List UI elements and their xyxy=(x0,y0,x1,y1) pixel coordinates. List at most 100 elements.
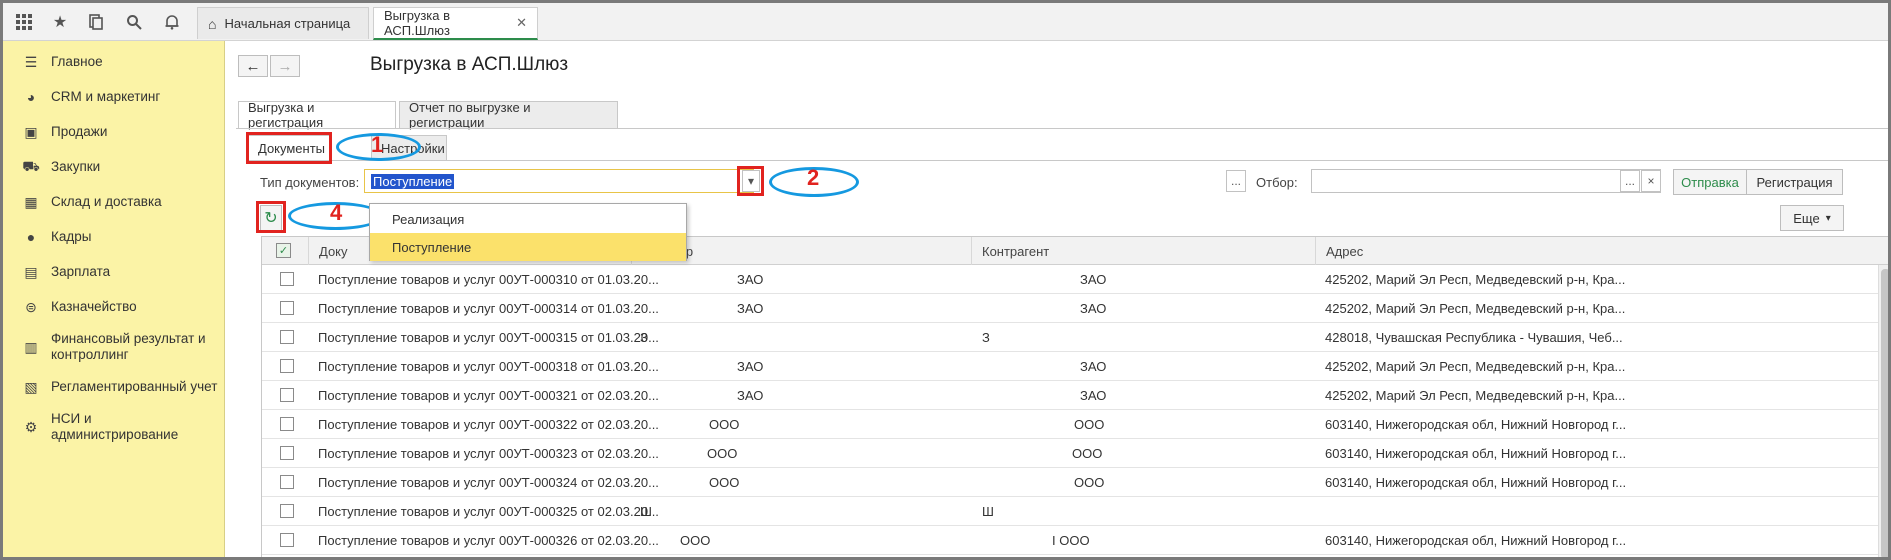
scrollbar[interactable] xyxy=(1878,265,1888,557)
calculator-icon: ▤ xyxy=(24,263,38,280)
scroll-thumb[interactable] xyxy=(1881,269,1888,557)
table-row[interactable]: Поступление товаров и услуг 00УТ-000324 … xyxy=(262,468,1888,497)
cell-address: 603140, Нижегородская обл, Нижний Новгор… xyxy=(1325,532,1627,548)
cell-partner: ЗАО xyxy=(737,358,764,374)
cell-contractor: Ш xyxy=(982,503,994,519)
register-button[interactable]: Регистрация xyxy=(1746,169,1843,195)
cell-contractor: ЗАО xyxy=(1080,300,1107,316)
cell-document: Поступление товаров и услуг 00УТ-000326 … xyxy=(318,532,659,548)
bar-chart-icon: ▥ xyxy=(24,338,38,355)
column-header-contractor[interactable]: Контрагент xyxy=(971,237,1315,265)
sidebar-item-payroll[interactable]: ▤ Зарплата xyxy=(3,261,225,283)
cell-contractor: ЗАО xyxy=(1080,358,1107,374)
sidebar-item-treasury[interactable]: ⊜ Казначейство xyxy=(3,296,225,318)
cell-contractor: ЗАО xyxy=(1080,387,1107,403)
forward-button[interactable]: → xyxy=(270,55,300,77)
annotation-number: 1 xyxy=(371,132,384,157)
pie-chart-icon: ◕ xyxy=(26,89,36,105)
dropdown-item-realization[interactable]: Реализация xyxy=(370,205,686,233)
table-row[interactable]: Поступление товаров и услуг 00УТ-000325 … xyxy=(262,497,1888,526)
sidebar-item-crm[interactable]: ◕ CRM и маркетинг xyxy=(3,86,225,108)
otbor-clear-button[interactable]: × xyxy=(1641,170,1661,192)
row-checkbox[interactable] xyxy=(280,475,294,489)
star-icon[interactable]: ★ xyxy=(49,11,71,33)
more-button-label: Еще xyxy=(1793,210,1820,226)
sidebar-item-admin[interactable]: ⚙ НСИ и администрирование xyxy=(3,408,225,446)
cell-document: Поступление товаров и услуг 00УТ-000310 … xyxy=(318,271,659,287)
sidebar-item-purchases[interactable]: ⛟ Закупки xyxy=(3,156,225,178)
sidebar-item-label: Закупки xyxy=(51,159,101,174)
cart-icon: ⛟ xyxy=(22,157,40,174)
row-checkbox[interactable] xyxy=(280,359,294,373)
bag-icon: ▣ xyxy=(24,123,38,140)
sidebar-item-sales[interactable]: ▣ Продажи xyxy=(3,121,225,143)
cell-document: Поступление товаров и услуг 00УТ-000321 … xyxy=(318,387,659,403)
sidebar-item-finance[interactable]: ▥ Финансовый результат и контроллинг xyxy=(3,328,225,366)
table-row[interactable]: Поступление товаров и услуг 00УТ-000326 … xyxy=(262,526,1888,555)
otbor-field[interactable] xyxy=(1311,169,1661,193)
cell-partner: ЗАО xyxy=(737,271,764,287)
sidebar-item-label: Кадры xyxy=(51,229,92,244)
annotation-number: 2 xyxy=(807,165,820,190)
table-row[interactable]: Поступление товаров и услуг 00УТ-000322 … xyxy=(262,410,1888,439)
close-icon[interactable]: ✕ xyxy=(516,15,527,31)
tab-export-register[interactable]: Выгрузка и регистрация xyxy=(238,100,396,130)
book-icon: ▧ xyxy=(24,378,38,395)
column-header-address[interactable]: Адрес xyxy=(1315,237,1888,265)
row-checkbox[interactable] xyxy=(280,272,294,286)
home-icon: ⌂ xyxy=(208,15,217,32)
sidebar-item-label: Зарплата xyxy=(51,264,111,279)
tab-export[interactable]: Выгрузка в АСП.Шлюз ✕ xyxy=(373,7,538,40)
sidebar-item-main[interactable]: ☰ Главное xyxy=(3,51,225,73)
main-content: ← → Выгрузка в АСП.Шлюз Выгрузка и регис… xyxy=(226,41,1888,557)
doc-type-field[interactable]: Поступление xyxy=(364,169,754,193)
cell-partner: ЗАО xyxy=(737,300,764,316)
cell-document: Поступление товаров и услуг 00УТ-000318 … xyxy=(318,358,659,374)
cell-partner: ООО xyxy=(707,445,738,461)
sidebar-item-label: НСИ и администрирование xyxy=(51,411,179,442)
table-row[interactable]: Поступление товаров и услуг 00УТ-000321 … xyxy=(262,381,1888,410)
row-checkbox[interactable] xyxy=(280,533,294,547)
row-checkbox[interactable] xyxy=(280,388,294,402)
check-all-icon[interactable]: ✓ xyxy=(276,243,291,258)
sidebar-item-accounting[interactable]: ▧ Регламентированный учет xyxy=(3,376,225,398)
sidebar-item-hr[interactable]: ● Кадры xyxy=(3,226,225,248)
sidebar-item-label: Регламентированный учет xyxy=(51,379,218,394)
page-title: Выгрузка в АСП.Шлюз xyxy=(370,54,569,75)
send-button[interactable]: Отправка xyxy=(1673,169,1747,195)
row-checkbox[interactable] xyxy=(280,446,294,460)
cell-contractor: I ООО xyxy=(1052,532,1090,548)
tab-home[interactable]: ⌂ Начальная страница xyxy=(197,7,369,39)
back-button[interactable]: ← xyxy=(238,55,268,77)
row-checkbox[interactable] xyxy=(280,301,294,315)
cell-partner: ООО xyxy=(709,474,740,490)
cell-partner: Ш xyxy=(640,503,652,519)
cell-document: Поступление товаров и услуг 00УТ-000325 … xyxy=(318,503,659,519)
tab-export-label: Выгрузка в АСП.Шлюз xyxy=(384,8,451,38)
row-checkbox[interactable] xyxy=(280,504,294,518)
cell-document: Поступление товаров и услуг 00УТ-000324 … xyxy=(318,474,659,490)
history-icon[interactable] xyxy=(85,11,107,33)
row-checkbox[interactable] xyxy=(280,417,294,431)
sidebar-item-warehouse[interactable]: ▦ Склад и доставка xyxy=(3,191,225,213)
row-checkbox[interactable] xyxy=(280,330,294,344)
otbor-select-button[interactable]: ... xyxy=(1620,170,1640,192)
search-icon[interactable] xyxy=(123,11,145,33)
apps-grid-icon[interactable] xyxy=(13,11,35,33)
more-button[interactable]: Еще ▾ xyxy=(1780,205,1844,231)
highlight-box-documents xyxy=(246,132,332,164)
table-row[interactable]: Поступление товаров и услуг 00УТ-000315 … xyxy=(262,323,1888,352)
table-row[interactable]: Поступление товаров и услуг 00УТ-000318 … xyxy=(262,352,1888,381)
tab-report[interactable]: Отчет по выгрузке и регистрации xyxy=(399,100,618,130)
doc-type-select-button[interactable]: ... xyxy=(1226,170,1246,192)
cell-address: 428018, Чувашская Республика - Чувашия, … xyxy=(1325,329,1623,345)
bell-icon[interactable] xyxy=(161,11,183,33)
table-row[interactable]: Поступление товаров и услуг 00УТ-000323 … xyxy=(262,439,1888,468)
gear-icon: ⚙ xyxy=(24,418,38,435)
cell-contractor: ЗАО xyxy=(1080,271,1107,287)
cell-document: Поступление товаров и услуг 00УТ-000322 … xyxy=(318,416,659,432)
table-row[interactable]: Поступление товаров и услуг 00УТ-000314 … xyxy=(262,294,1888,323)
cell-contractor: ООО xyxy=(1074,474,1105,490)
table-row[interactable]: Поступление товаров и услуг 00УТ-000310 … xyxy=(262,265,1888,294)
dropdown-item-postuplenie[interactable]: Поступление xyxy=(370,233,686,261)
